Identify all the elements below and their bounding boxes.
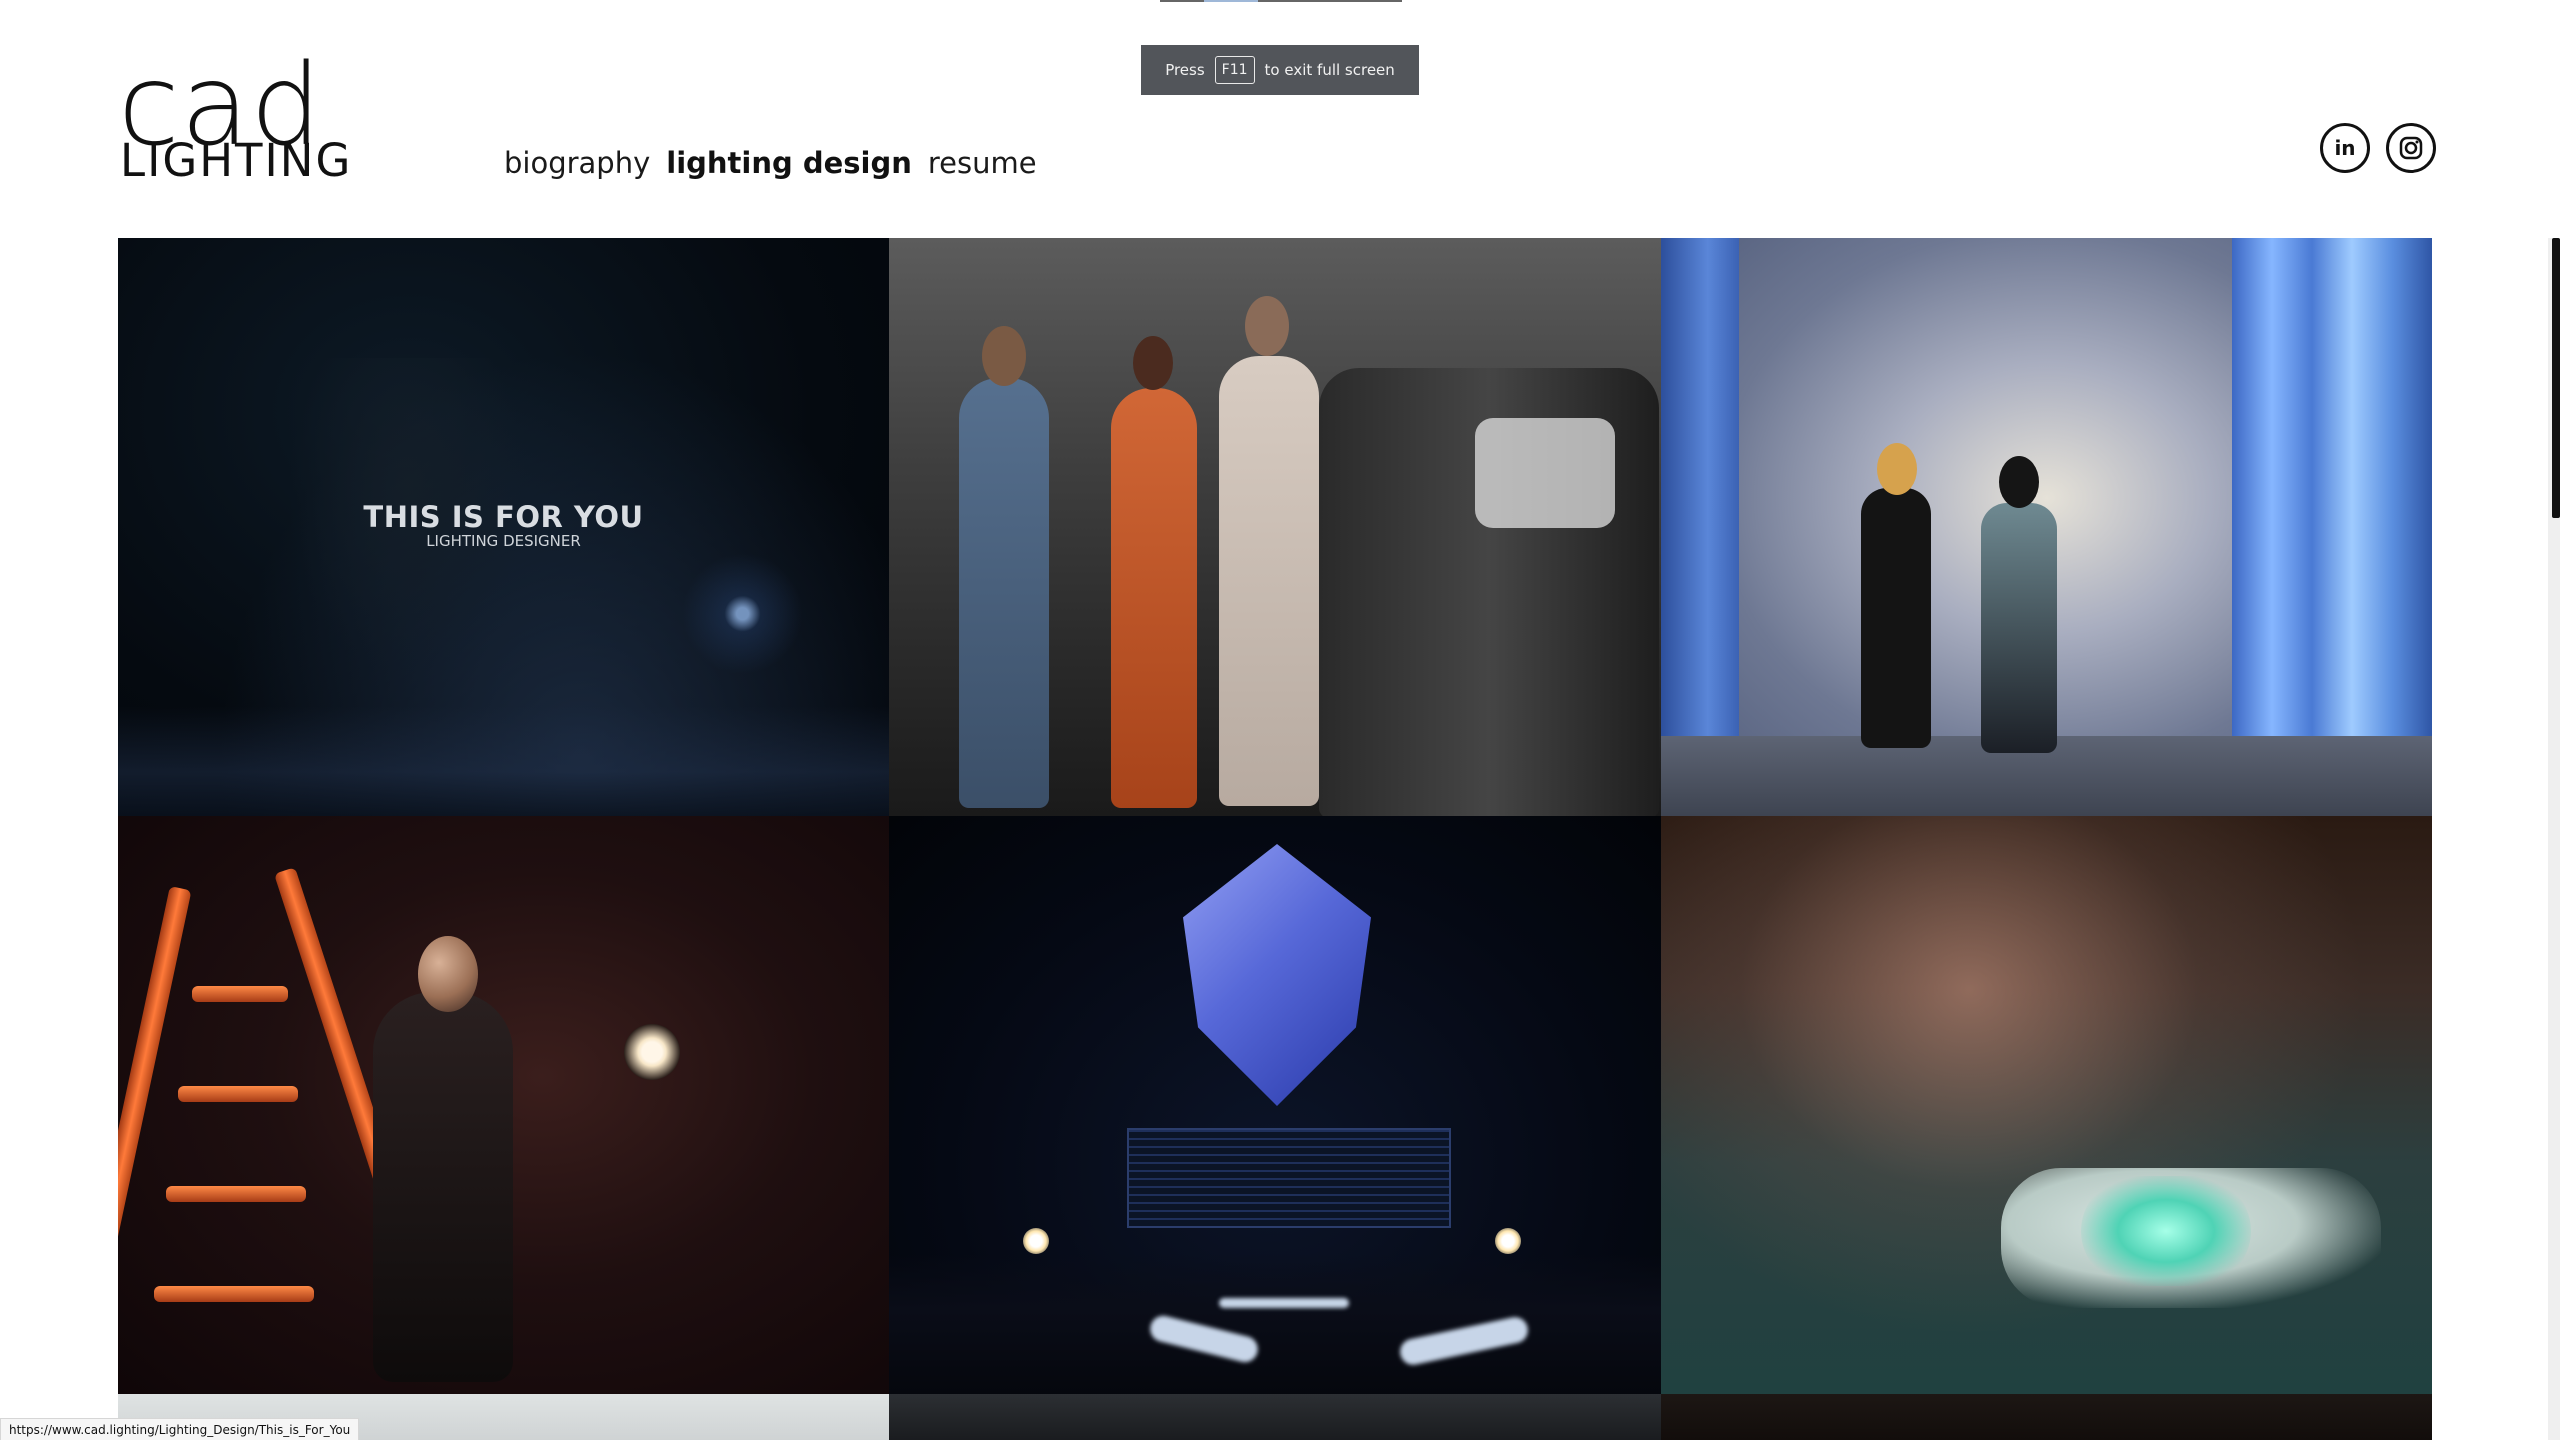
stage-light-right bbox=[1495, 1228, 1521, 1254]
actor bbox=[373, 992, 513, 1382]
performer-3 bbox=[1219, 356, 1319, 806]
performer-1 bbox=[959, 378, 1049, 808]
fullscreen-toast-key: F11 bbox=[1214, 56, 1255, 84]
stage-light bbox=[624, 1024, 680, 1080]
ladder-rung-4 bbox=[154, 1286, 314, 1302]
ladder-rung-1 bbox=[192, 986, 288, 1002]
suspended-structure bbox=[1183, 844, 1371, 1106]
page-scrollbar-thumb[interactable] bbox=[2552, 238, 2560, 518]
fullscreen-top-indicator bbox=[1160, 0, 1402, 2]
stage-floor bbox=[889, 1254, 1661, 1394]
nav-item-lighting-design[interactable]: lighting design bbox=[666, 146, 912, 180]
teal-highlight bbox=[2081, 1176, 2251, 1286]
performer-2 bbox=[1111, 388, 1197, 808]
project-tile-hanging-installation[interactable] bbox=[889, 816, 1661, 1394]
visitor-1 bbox=[1861, 488, 1931, 748]
primary-nav: biography lighting design resume bbox=[504, 146, 1037, 180]
project-tile-curtain-call[interactable] bbox=[889, 238, 1661, 816]
project-tile-floor-cloth[interactable] bbox=[1661, 816, 2432, 1394]
actor-head bbox=[418, 936, 478, 1012]
project-tile-next-3[interactable] bbox=[1661, 1394, 2432, 1440]
paper-blur bbox=[1475, 418, 1615, 528]
logo-lighting-text: LIGHTING bbox=[120, 134, 353, 187]
fullscreen-toast: Press F11 to exit full screen bbox=[1141, 45, 1419, 95]
status-bar-url: https://www.cad.lighting/Lighting_Design… bbox=[0, 1418, 360, 1440]
stage-screen bbox=[1127, 1128, 1451, 1228]
fullscreen-toast-suffix: to exit full screen bbox=[1264, 61, 1395, 79]
ladder-rail-left bbox=[118, 886, 192, 1380]
project-tile-ladder[interactable] bbox=[118, 816, 889, 1394]
project-tile-next-2[interactable] bbox=[889, 1394, 1661, 1440]
performer-2-head bbox=[1133, 336, 1173, 390]
nav-item-biography[interactable]: biography bbox=[504, 146, 650, 180]
stage-floor bbox=[118, 706, 889, 816]
lighting-design-grid: THIS IS FOR YOU LIGHTING DESIGNER bbox=[118, 238, 2432, 1440]
social-links: in bbox=[2320, 123, 2436, 173]
floor-glow-center bbox=[1219, 1298, 1349, 1308]
linkedin-icon: in bbox=[2334, 136, 2356, 160]
ladder-rung-2 bbox=[178, 1086, 298, 1102]
project-tile-gallery-visitors[interactable] bbox=[1661, 238, 2432, 816]
performer-3-head bbox=[1245, 296, 1289, 356]
fullscreen-top-indicator-fill bbox=[1204, 0, 1258, 2]
project-subtitle: LIGHTING DESIGNER bbox=[426, 532, 581, 550]
fullscreen-toast-prefix: Press bbox=[1165, 61, 1205, 79]
ladder-rung-3 bbox=[166, 1186, 306, 1202]
linkedin-button[interactable]: in bbox=[2320, 123, 2370, 173]
project-title: THIS IS FOR YOU bbox=[363, 500, 644, 534]
stage-light-left bbox=[1023, 1228, 1049, 1254]
nav-item-resume[interactable]: resume bbox=[928, 146, 1037, 180]
page: Press F11 to exit full screen cad LIGHTI… bbox=[0, 0, 2560, 1440]
site-logo[interactable]: cad LIGHTING bbox=[118, 50, 350, 186]
visitor-1-head bbox=[1877, 443, 1917, 495]
instagram-button[interactable] bbox=[2386, 123, 2436, 173]
performer-1-head bbox=[982, 326, 1026, 386]
blue-curtain-left bbox=[1661, 238, 1739, 816]
visitor-2-head bbox=[1999, 456, 2039, 508]
instagram-icon bbox=[2399, 136, 2423, 160]
visitor-2 bbox=[1981, 503, 2057, 753]
blue-curtain-right bbox=[2232, 238, 2432, 816]
project-tile-this-is-for-you[interactable]: THIS IS FOR YOU LIGHTING DESIGNER bbox=[118, 238, 889, 816]
